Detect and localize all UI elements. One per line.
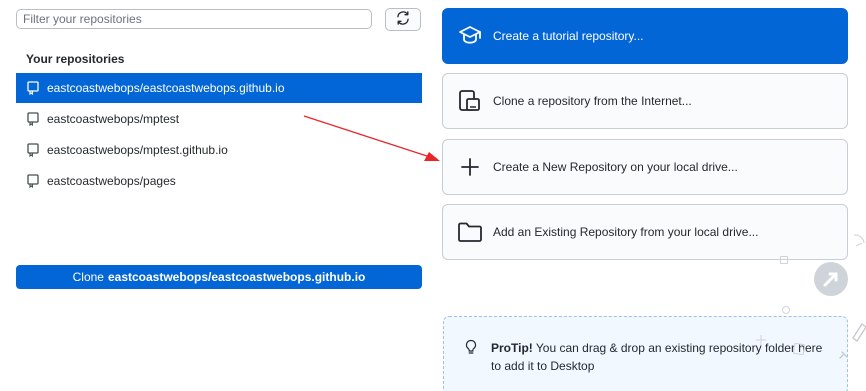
clone-from-internet-button[interactable]: Clone a repository from the Internet... <box>442 73 848 129</box>
clone-repository-button[interactable]: Clone eastcoastwebops/eastcoastwebops.gi… <box>16 265 422 289</box>
device-clone-icon <box>457 88 483 114</box>
repo-item-label: eastcoastwebops/pages <box>47 173 176 188</box>
repo-icon <box>26 81 40 95</box>
add-existing-repository-button[interactable]: Add an Existing Repository from your loc… <box>442 204 848 260</box>
create-new-repository-button[interactable]: Create a New Repository on your local dr… <box>442 139 848 195</box>
folder-icon <box>457 219 483 245</box>
protip-box: ProTip! You can drag & drop an existing … <box>443 316 848 391</box>
repo-item-eastcoastwebops-github-io[interactable]: eastcoastwebops/eastcoastwebops.github.i… <box>16 73 422 103</box>
protip-message: You can drag & drop an existing reposito… <box>491 341 823 373</box>
action-label: Clone a repository from the Internet... <box>493 94 692 108</box>
sparkle-decoration-icon <box>756 334 766 345</box>
repository-chooser: Your repositories eastcoastwebops/eastco… <box>0 0 866 391</box>
repositories-heading: Your repositories <box>26 52 125 66</box>
repo-item-label: eastcoastwebops/eastcoastwebops.github.i… <box>47 81 285 95</box>
filter-repositories-input[interactable] <box>16 9 372 29</box>
sync-icon <box>396 11 410 28</box>
repo-icon <box>26 173 40 188</box>
repo-item-mptest[interactable]: eastcoastwebops/mptest <box>16 103 422 134</box>
pencil-decoration-icon <box>836 322 866 362</box>
square-decoration <box>792 342 806 356</box>
repo-item-label: eastcoastwebops/mptest <box>47 111 180 126</box>
clone-button-prefix: Clone <box>72 270 104 284</box>
lightbulb-decoration-icon <box>852 232 866 256</box>
repo-item-mptest-github-io[interactable]: eastcoastwebops/mptest.github.io <box>16 134 422 165</box>
refresh-button[interactable] <box>385 8 421 31</box>
mortarboard-icon <box>457 23 483 49</box>
protip-label: ProTip! <box>491 341 533 355</box>
small-square-decoration <box>780 256 788 264</box>
action-label: Create a New Repository on your local dr… <box>493 160 738 174</box>
protip-text: ProTip! You can drag & drop an existing … <box>491 339 831 375</box>
circle-decoration <box>782 306 790 314</box>
repo-item-label: eastcoastwebops/mptest.github.io <box>47 142 228 157</box>
repo-icon <box>26 111 40 126</box>
create-tutorial-repository-button[interactable]: Create a tutorial repository... <box>442 8 848 64</box>
action-label: Create a tutorial repository... <box>493 29 644 43</box>
repository-list: eastcoastwebops/eastcoastwebops.github.i… <box>16 73 422 196</box>
action-label: Add an Existing Repository from your loc… <box>493 225 759 239</box>
repo-icon <box>26 142 40 157</box>
clone-button-repo: eastcoastwebops/eastcoastwebops.github.i… <box>107 270 366 284</box>
repo-item-pages[interactable]: eastcoastwebops/pages <box>16 165 422 196</box>
lightbulb-icon <box>464 339 478 355</box>
rocket-decoration-icon <box>814 262 848 296</box>
plus-icon <box>457 154 483 180</box>
